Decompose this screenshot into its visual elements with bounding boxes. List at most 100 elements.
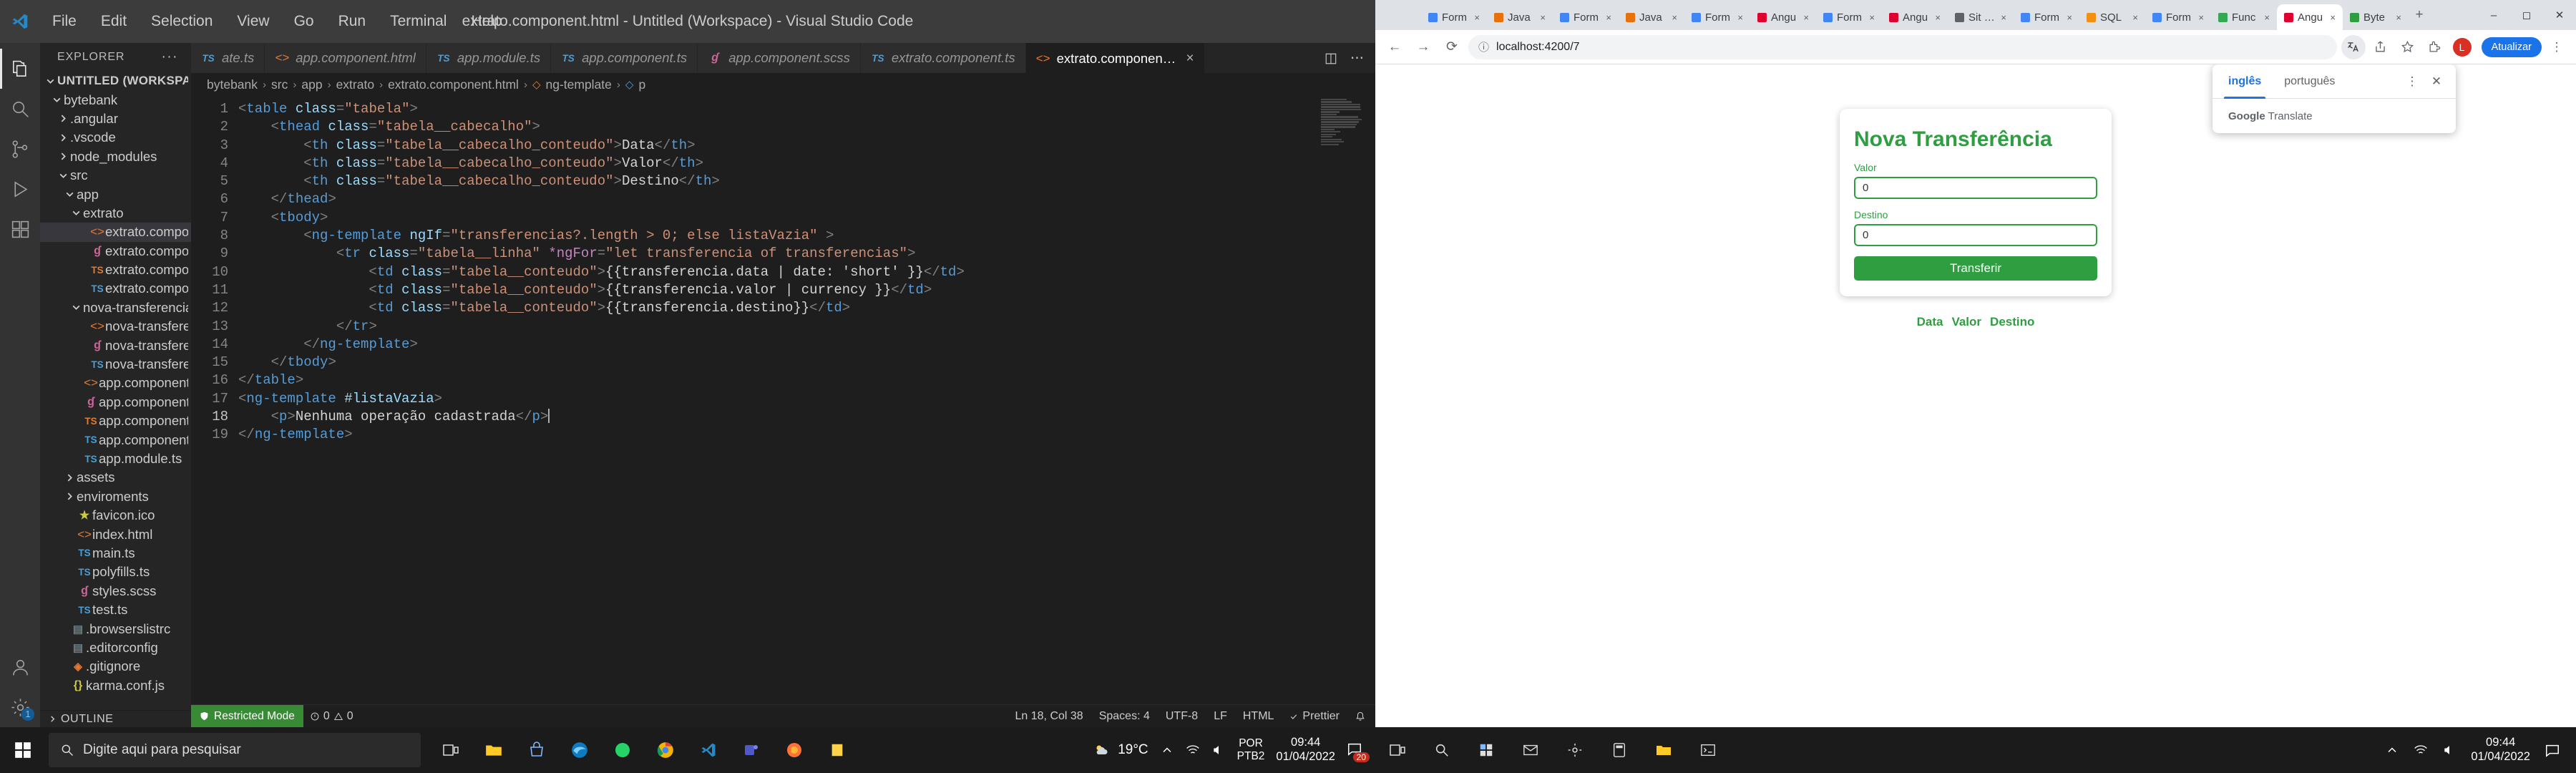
browser-tab[interactable]: Form ×: [1421, 4, 1487, 30]
close-icon[interactable]: ×: [1186, 51, 1194, 67]
menu-selection[interactable]: Selection: [139, 11, 225, 32]
code-content[interactable]: <table class="tabela"> <thead class="tab…: [238, 96, 1375, 704]
chrome-menu-icon[interactable]: ⋮: [2545, 35, 2569, 59]
code-line[interactable]: <ng-template ngIf="transferencias?.lengt…: [238, 227, 1375, 245]
editor-tab[interactable]: TS app.component.ts: [551, 43, 698, 73]
chevron-down-icon[interactable]: [62, 190, 77, 199]
tree-file-item[interactable]: {} karma.conf.js: [40, 676, 191, 695]
profile-icon[interactable]: L: [2450, 35, 2474, 59]
browser-tab[interactable]: Form ×: [2145, 4, 2211, 30]
menu-run[interactable]: Run: [326, 11, 379, 32]
menu-file[interactable]: File: [40, 11, 89, 32]
code-line[interactable]: </ng-template>: [238, 336, 1375, 354]
tree-folder-item[interactable]: UNTITLED (WORKSPACE): [40, 72, 191, 90]
status-encoding[interactable]: UTF-8: [1166, 710, 1198, 723]
chevron-right-icon[interactable]: [62, 473, 77, 482]
browser-tab[interactable]: Java ×: [1619, 4, 1684, 30]
tree-folder-item[interactable]: enviroments: [40, 487, 191, 506]
code-line[interactable]: <ng-template #listaVazia>: [238, 390, 1375, 408]
browser-tab[interactable]: Sit b... ×: [1948, 4, 2014, 30]
tree-file-item[interactable]: <>app.component.html: [40, 374, 191, 392]
split-editor-icon[interactable]: ◫: [1324, 50, 1337, 67]
weather-widget[interactable]: 19°C: [1093, 742, 1148, 759]
code-line[interactable]: <tr class="tabela__linha" *ngFor="let tr…: [238, 245, 1375, 263]
close-icon[interactable]: ×: [1474, 12, 1480, 23]
editor-tab[interactable]: <> app.component.html: [265, 43, 426, 73]
browser-tab[interactable]: SQL ×: [2079, 4, 2145, 30]
close-icon[interactable]: ×: [2396, 12, 2401, 23]
close-icon[interactable]: ×: [1606, 12, 1611, 23]
manage-settings-icon[interactable]: 1: [0, 687, 40, 727]
chevron-right-icon[interactable]: [56, 152, 70, 161]
chevron-down-icon[interactable]: [69, 303, 83, 312]
terminal-icon[interactable]: [1686, 730, 1730, 770]
tree-file-item[interactable]: <>extrato.component.html: [40, 223, 191, 242]
code-line[interactable]: </ng-template>: [238, 426, 1375, 444]
tree-file-item[interactable]: ▤ .editorconfig: [40, 638, 191, 657]
store-icon[interactable]: [517, 730, 557, 770]
code-line[interactable]: <td class="tabela__conteudo">{{transfere…: [238, 281, 1375, 299]
menu-edit[interactable]: Edit: [89, 11, 139, 32]
browser-tab[interactable]: Angu ×: [1750, 4, 1816, 30]
tree-file-item[interactable]: TSapp.component.spec.ts: [40, 412, 191, 430]
teams-icon[interactable]: [731, 730, 771, 770]
accounts-icon[interactable]: [0, 647, 40, 687]
close-icon[interactable]: ✕: [2426, 71, 2447, 92]
menu-help[interactable]: Help: [459, 11, 514, 32]
code-line[interactable]: <table class="tabela">: [238, 100, 1375, 118]
maximize-button[interactable]: ◻: [2510, 0, 2543, 30]
tree-file-item[interactable]: TS polyfills.ts: [40, 563, 191, 581]
close-button[interactable]: ✕: [2543, 0, 2576, 30]
chevron-down-icon[interactable]: [43, 77, 57, 86]
status-problems[interactable]: 0 0: [311, 710, 353, 723]
network-icon[interactable]: [1186, 743, 1200, 757]
omnibox[interactable]: ⓘ localhost:4200/7: [1468, 34, 2337, 59]
tree-file-item[interactable]: ▤ .browserslistrc: [40, 619, 191, 638]
extensions-icon[interactable]: [2423, 35, 2447, 59]
code-line[interactable]: </table>: [238, 371, 1375, 389]
close-icon[interactable]: ×: [1672, 12, 1677, 23]
status-prettier[interactable]: Prettier: [1289, 710, 1340, 723]
tree-file-item[interactable]: <> index.html: [40, 525, 191, 543]
close-icon[interactable]: ×: [2132, 12, 2138, 23]
tree-file-item[interactable]: ɠ extrato.component.scss: [40, 242, 191, 261]
run-and-debug-icon[interactable]: [0, 169, 40, 209]
tree-folder-item[interactable]: src: [40, 166, 191, 185]
explorer-more-actions-icon[interactable]: ···: [162, 49, 178, 65]
taskbar-search-input[interactable]: Digite aqui para pesquisar: [49, 733, 421, 767]
settings-icon[interactable]: [1553, 730, 1597, 770]
chevron-down-icon[interactable]: [69, 208, 83, 218]
close-icon[interactable]: ×: [1869, 12, 1875, 23]
chrome-icon[interactable]: [645, 730, 686, 770]
network-icon[interactable]: [2414, 743, 2428, 757]
tree-file-item[interactable]: TSapp.component.ts: [40, 430, 191, 449]
status-language-mode[interactable]: HTML: [1243, 710, 1274, 723]
folder-icon[interactable]: [1641, 730, 1686, 770]
taskbar-clock[interactable]: 09:44 01/04/2022: [1276, 736, 1335, 764]
chevron-right-icon[interactable]: [56, 114, 70, 123]
browser-tab[interactable]: Func ×: [2211, 4, 2277, 30]
tree-file-item[interactable]: TS app.module.ts: [40, 449, 191, 468]
notes-icon[interactable]: [817, 730, 857, 770]
whatsapp-icon[interactable]: [602, 730, 643, 770]
browser-tab[interactable]: Form ×: [2014, 4, 2079, 30]
tree-folder-item[interactable]: .angular: [40, 110, 191, 128]
chevron-down-icon[interactable]: [56, 171, 70, 180]
chevron-up-icon[interactable]: [1160, 743, 1174, 757]
menu-terminal[interactable]: Terminal: [378, 11, 459, 32]
close-icon[interactable]: ×: [1737, 12, 1743, 23]
status-eol[interactable]: LF: [1214, 710, 1227, 723]
new-tab-button[interactable]: +: [2409, 4, 2430, 26]
explorer-icon[interactable]: [0, 49, 40, 89]
share-icon[interactable]: [2368, 35, 2393, 59]
forward-icon[interactable]: →: [1411, 35, 1435, 59]
tree-file-item[interactable]: ɠ app.component.scss: [40, 393, 191, 412]
browser-tab[interactable]: Byte ×: [2343, 4, 2409, 30]
browser-tab[interactable]: Angu ×: [2277, 4, 2343, 30]
breadcrumb-item[interactable]: ng-template: [545, 77, 611, 92]
edge-icon[interactable]: [560, 730, 600, 770]
chevron-up-icon[interactable]: [2385, 743, 2399, 757]
tab-source-language[interactable]: inglês: [2217, 64, 2273, 99]
tree-folder-item[interactable]: bytebank: [40, 90, 191, 109]
breadcrumb-item[interactable]: src: [271, 77, 288, 92]
